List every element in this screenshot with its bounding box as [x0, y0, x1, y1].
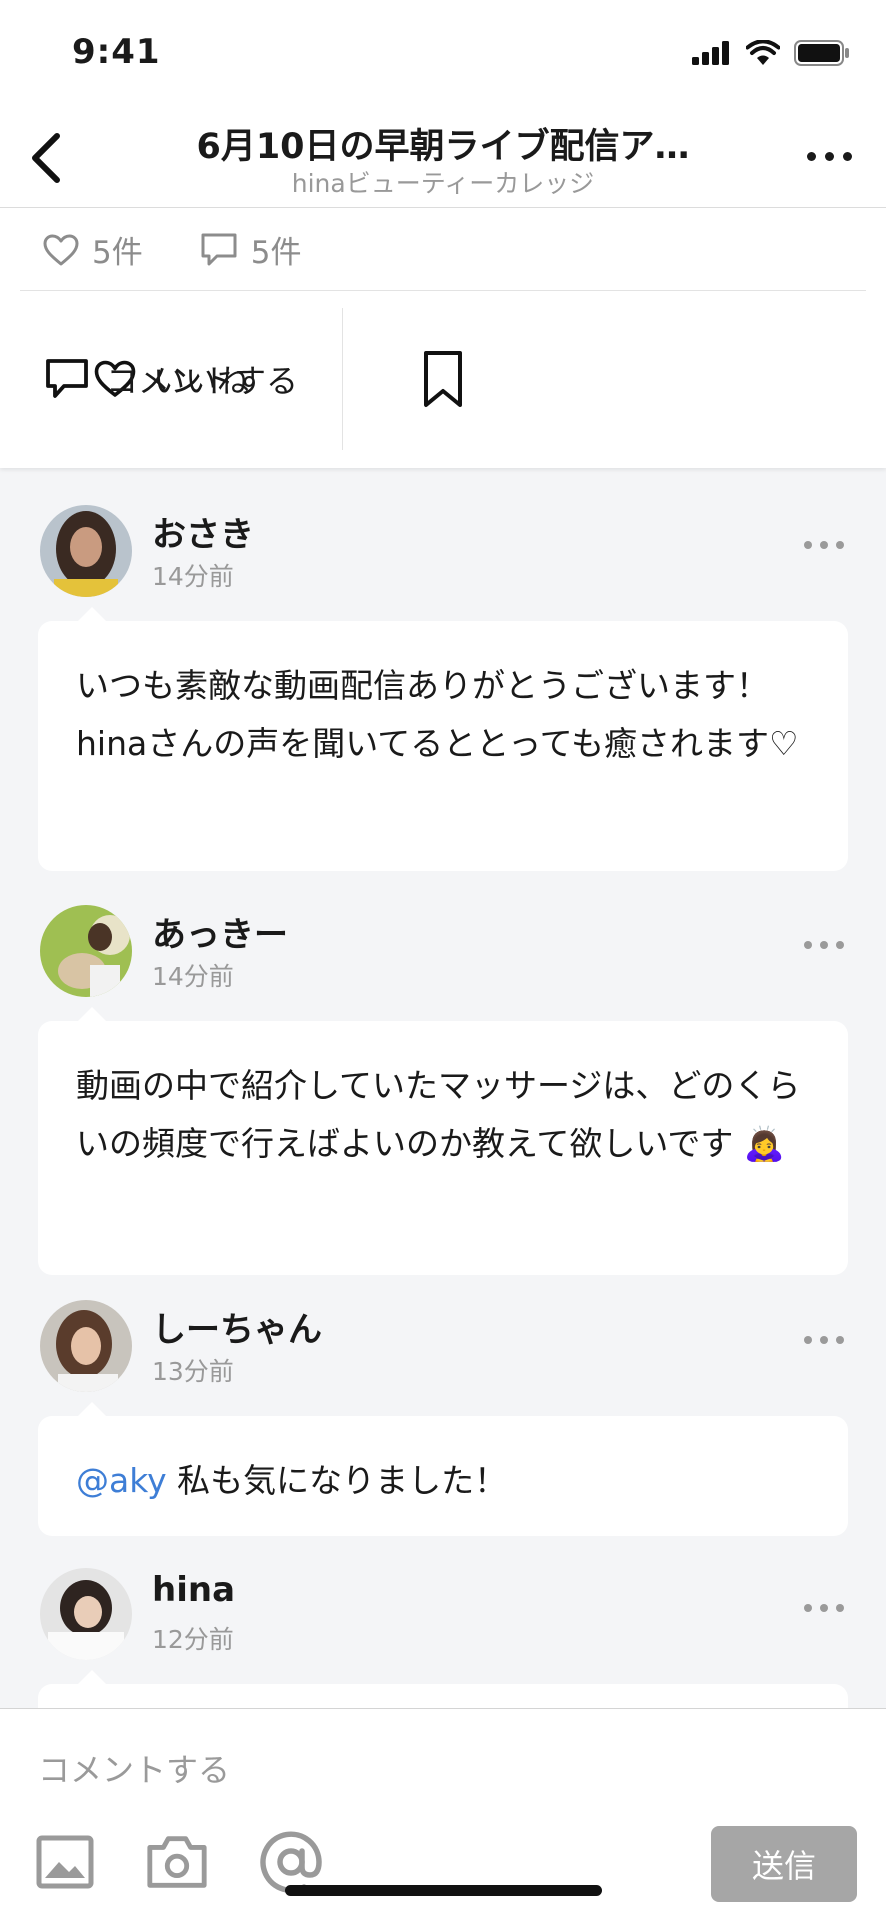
comment-input[interactable]: コメントする — [38, 1745, 230, 1791]
comment-bubble: いつも素敵な動画配信ありがとうございます！hinaさんの声を聞いてるととっても癒… — [38, 607, 848, 871]
user-avatar-image — [40, 1568, 132, 1660]
heart-outline-icon — [43, 234, 79, 265]
cellular-signal-icon — [692, 41, 729, 65]
post-header-area: 9:41 6月10日の早朝ライブ配信ア… hinaビューティーカレッジ 5件 5… — [0, 0, 886, 468]
avatar[interactable] — [40, 505, 132, 597]
chevron-left-icon — [32, 133, 60, 183]
status-time: 9:41 — [72, 32, 161, 72]
back-button[interactable] — [18, 126, 74, 190]
comment-more-button[interactable] — [804, 1336, 844, 1344]
navigation-bar: 6月10日の早朝ライブ配信ア… hinaビューティーカレッジ — [0, 104, 886, 208]
more-options-button[interactable] — [794, 136, 864, 176]
comment-more-button[interactable] — [804, 1604, 844, 1612]
comment-count-label: 5件 — [250, 235, 302, 271]
send-button[interactable]: 送信 — [711, 1826, 857, 1902]
comment-time: 14分前 — [152, 562, 234, 591]
image-attach-button[interactable] — [32, 1829, 98, 1895]
comment-text: いつも素敵な動画配信ありがとうございます！hinaさんの声を聞いてるととっても癒… — [76, 666, 799, 763]
home-indicator — [285, 1885, 602, 1896]
commenter-name: しーちゃん — [152, 1310, 322, 1350]
comment-bubble — [38, 1670, 848, 1708]
camera-button[interactable] — [144, 1829, 210, 1895]
comment-text: 動画の中で紹介していたマッサージは、どのくらいの頻度で行えばよいのか教えて欲しい… — [76, 1066, 801, 1163]
avatar[interactable] — [40, 1568, 132, 1660]
comment-time: 12分前 — [152, 1625, 234, 1654]
more-dot-icon — [842, 151, 852, 161]
like-count: 5件 — [42, 227, 143, 272]
status-bar: 9:41 — [0, 0, 886, 104]
wifi-icon — [746, 40, 780, 65]
bowing-person-emoji: 🙇‍♀️ — [743, 1124, 785, 1163]
bookmark-icon — [424, 351, 462, 407]
more-dot-icon — [806, 151, 816, 161]
action-row: いいね コメントする — [0, 308, 886, 450]
comment-bubble-icon — [46, 359, 88, 398]
comment-composer: コメントする 送信 — [0, 1708, 886, 1920]
comment-bubble: @aky 私も気になりました！ — [38, 1402, 848, 1536]
comment-button-label: コメントする — [105, 362, 298, 400]
bookmark-button[interactable] — [343, 308, 543, 450]
comment-time: 14分前 — [152, 962, 234, 991]
comment-more-button[interactable] — [804, 541, 844, 549]
avatar[interactable] — [40, 1300, 132, 1392]
camera-icon — [147, 1836, 207, 1888]
like-count-label: 5件 — [92, 235, 143, 271]
comment-list: おさき 14分前 いつも素敵な動画配信ありがとうございます！hinaさんの声を聞… — [0, 468, 886, 1708]
comment-bubble: 動画の中で紹介していたマッサージは、どのくらいの頻度で行えばよいのか教えて欲しい… — [38, 1007, 848, 1275]
comment-time: 13分前 — [152, 1357, 234, 1386]
comment-more-button[interactable] — [804, 941, 844, 949]
commenter-name: hina — [152, 1570, 236, 1610]
post-title: 6月10日の早朝ライブ配信ア… — [196, 127, 690, 167]
community-name: hinaビューティーカレッジ — [291, 169, 595, 198]
user-avatar-image — [40, 905, 132, 997]
comment-text: 私も気になりました！ — [166, 1461, 508, 1500]
battery-icon — [794, 40, 849, 66]
user-avatar-image — [40, 1300, 132, 1392]
image-icon — [36, 1835, 94, 1889]
commenter-name: おさき — [152, 515, 254, 555]
more-dot-icon — [824, 151, 834, 161]
commenter-name: あっきー — [152, 915, 288, 955]
reaction-counts: 5件 5件 — [20, 209, 866, 291]
user-avatar-image — [40, 505, 132, 597]
comment-button[interactable]: コメントする — [0, 308, 343, 450]
avatar[interactable] — [40, 905, 132, 997]
status-icons — [692, 40, 850, 66]
comment-count: 5件 — [199, 227, 302, 272]
comment-bubble-icon — [201, 233, 237, 265]
mention-link[interactable]: @aky — [76, 1461, 167, 1500]
